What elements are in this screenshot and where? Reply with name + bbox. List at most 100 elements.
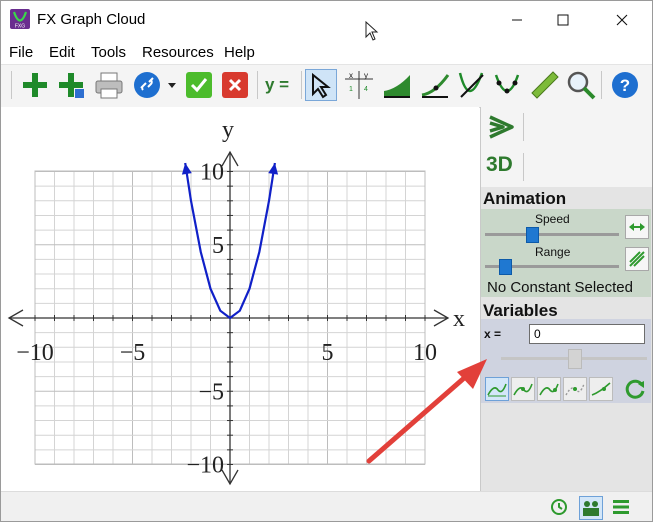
svg-text:1: 1 — [349, 86, 353, 93]
toolbar-separator — [301, 71, 302, 99]
toolbar-separator — [11, 71, 12, 99]
direction-toggle-button[interactable] — [625, 215, 649, 239]
curve-mode-4-icon — [565, 383, 585, 396]
x-slider-thumb[interactable] — [568, 349, 582, 369]
ruler-button[interactable] — [529, 69, 561, 101]
curve-mode-2-icon — [513, 383, 533, 396]
help-icon: ? — [612, 72, 638, 98]
table-of-values-button[interactable]: x y 1 4 — [343, 69, 375, 101]
list-button[interactable] — [611, 497, 631, 517]
speed-slider-track[interactable] — [485, 233, 619, 236]
x-tick-label: 5 — [322, 340, 334, 366]
area-button[interactable] — [381, 69, 413, 101]
link-dropdown-button[interactable] — [165, 69, 179, 101]
panel-separator — [523, 153, 524, 181]
zoom-button[interactable] — [565, 69, 597, 101]
refresh-icon — [625, 379, 645, 399]
panel-separator — [523, 113, 524, 141]
svg-text:x: x — [349, 71, 353, 80]
curve-mode-1-button[interactable] — [485, 377, 509, 401]
trace-button[interactable] — [625, 247, 649, 271]
variables-panel: x = — [481, 319, 651, 403]
menu-tools[interactable]: Tools — [91, 44, 126, 61]
intersection-button[interactable] — [455, 69, 487, 101]
menu-resources[interactable]: Resources — [142, 44, 214, 61]
print-button[interactable] — [93, 69, 125, 101]
delete-button[interactable] — [219, 69, 251, 101]
x-value-input[interactable] — [529, 324, 645, 344]
menu-help[interactable]: Help — [224, 44, 255, 61]
points-button[interactable] — [491, 69, 523, 101]
svg-text:y: y — [364, 71, 368, 80]
select-cursor-icon — [312, 72, 331, 99]
tangent-button[interactable] — [419, 69, 451, 101]
fx-graph-app-icon: FXG — [10, 9, 30, 30]
svg-text:FXG: FXG — [15, 24, 25, 30]
list-icon — [613, 500, 629, 514]
equation-icon: y = — [265, 75, 290, 94]
side-panel: 3D Animation Speed Range No Constant Sel… — [480, 107, 652, 491]
area-icon — [384, 75, 410, 98]
table-of-values-icon: x y 1 4 — [345, 71, 373, 99]
toolbar: y = x y 1 4 ? — [1, 64, 652, 108]
y-tick-label: −5 — [198, 379, 224, 405]
close-button[interactable] — [599, 1, 645, 39]
next-button[interactable] — [485, 111, 517, 143]
history-button[interactable] — [549, 497, 569, 517]
graph-canvas[interactable]: y x −10 −5 5 10 10 5 −5 −10 — [1, 107, 479, 491]
x-tick-label: −10 — [16, 340, 54, 366]
maximize-button[interactable] — [540, 1, 586, 39]
equation-button[interactable]: y = — [263, 69, 295, 101]
y-tick-label: −10 — [186, 453, 224, 479]
speed-slider-thumb[interactable] — [525, 227, 539, 243]
link-icon — [134, 72, 160, 98]
curve-mode-3-button[interactable] — [537, 377, 561, 401]
add-alt-button[interactable] — [55, 69, 87, 101]
help-button[interactable]: ? — [609, 69, 641, 101]
check-icon — [186, 72, 212, 98]
users-button[interactable] — [579, 496, 603, 520]
trace-icon — [629, 251, 645, 267]
minimize-button[interactable] — [494, 1, 540, 39]
app-window: FXG FX Graph Cloud File Edit Tools Resou… — [0, 0, 653, 522]
side-panel-top: 3D — [481, 107, 652, 187]
animation-title: Animation — [483, 189, 567, 208]
y-axis-label: y — [222, 117, 234, 143]
menu-file[interactable]: File — [9, 44, 33, 61]
check-button[interactable] — [183, 69, 215, 101]
refresh-button[interactable] — [623, 377, 647, 401]
variables-title: Variables — [483, 301, 558, 320]
curve-mode-5-icon — [591, 382, 611, 396]
menu-bar: File Edit Tools Resources Help — [1, 40, 652, 64]
menu-edit[interactable]: Edit — [49, 44, 75, 61]
select-tool-button[interactable] — [305, 69, 337, 101]
title-bar: FXG FX Graph Cloud — [1, 1, 652, 39]
add-alt-icon — [59, 73, 84, 98]
minimize-icon — [512, 19, 522, 21]
curve-arrow-right — [268, 163, 279, 175]
maximize-icon — [557, 14, 569, 26]
print-icon — [95, 72, 123, 99]
range-label: Range — [535, 245, 571, 259]
link-button[interactable] — [131, 69, 163, 101]
bidirectional-arrow-icon — [629, 223, 645, 231]
range-slider-thumb[interactable] — [498, 259, 512, 275]
y-tick-label: 10 — [200, 160, 224, 186]
view-3d-button[interactable]: 3D — [486, 153, 513, 177]
history-icon — [551, 499, 567, 515]
points-icon — [494, 74, 520, 94]
dropdown-arrow-icon — [168, 83, 176, 88]
users-icon — [583, 501, 599, 516]
intersection-icon — [458, 72, 484, 98]
curve-mode-3-icon — [539, 383, 559, 396]
x-tick-label: −5 — [120, 340, 146, 366]
curve-mode-4-button[interactable] — [563, 377, 587, 401]
curve-mode-2-button[interactable] — [511, 377, 535, 401]
x-axis-label: x — [453, 306, 465, 332]
curve-mode-5-button[interactable] — [589, 377, 613, 401]
close-icon — [616, 14, 628, 26]
ruler-icon — [531, 71, 559, 99]
graph-plot[interactable]: y x −10 −5 5 10 10 5 −5 −10 — [1, 107, 479, 491]
toolbar-separator — [257, 71, 258, 99]
add-button[interactable] — [19, 69, 51, 101]
